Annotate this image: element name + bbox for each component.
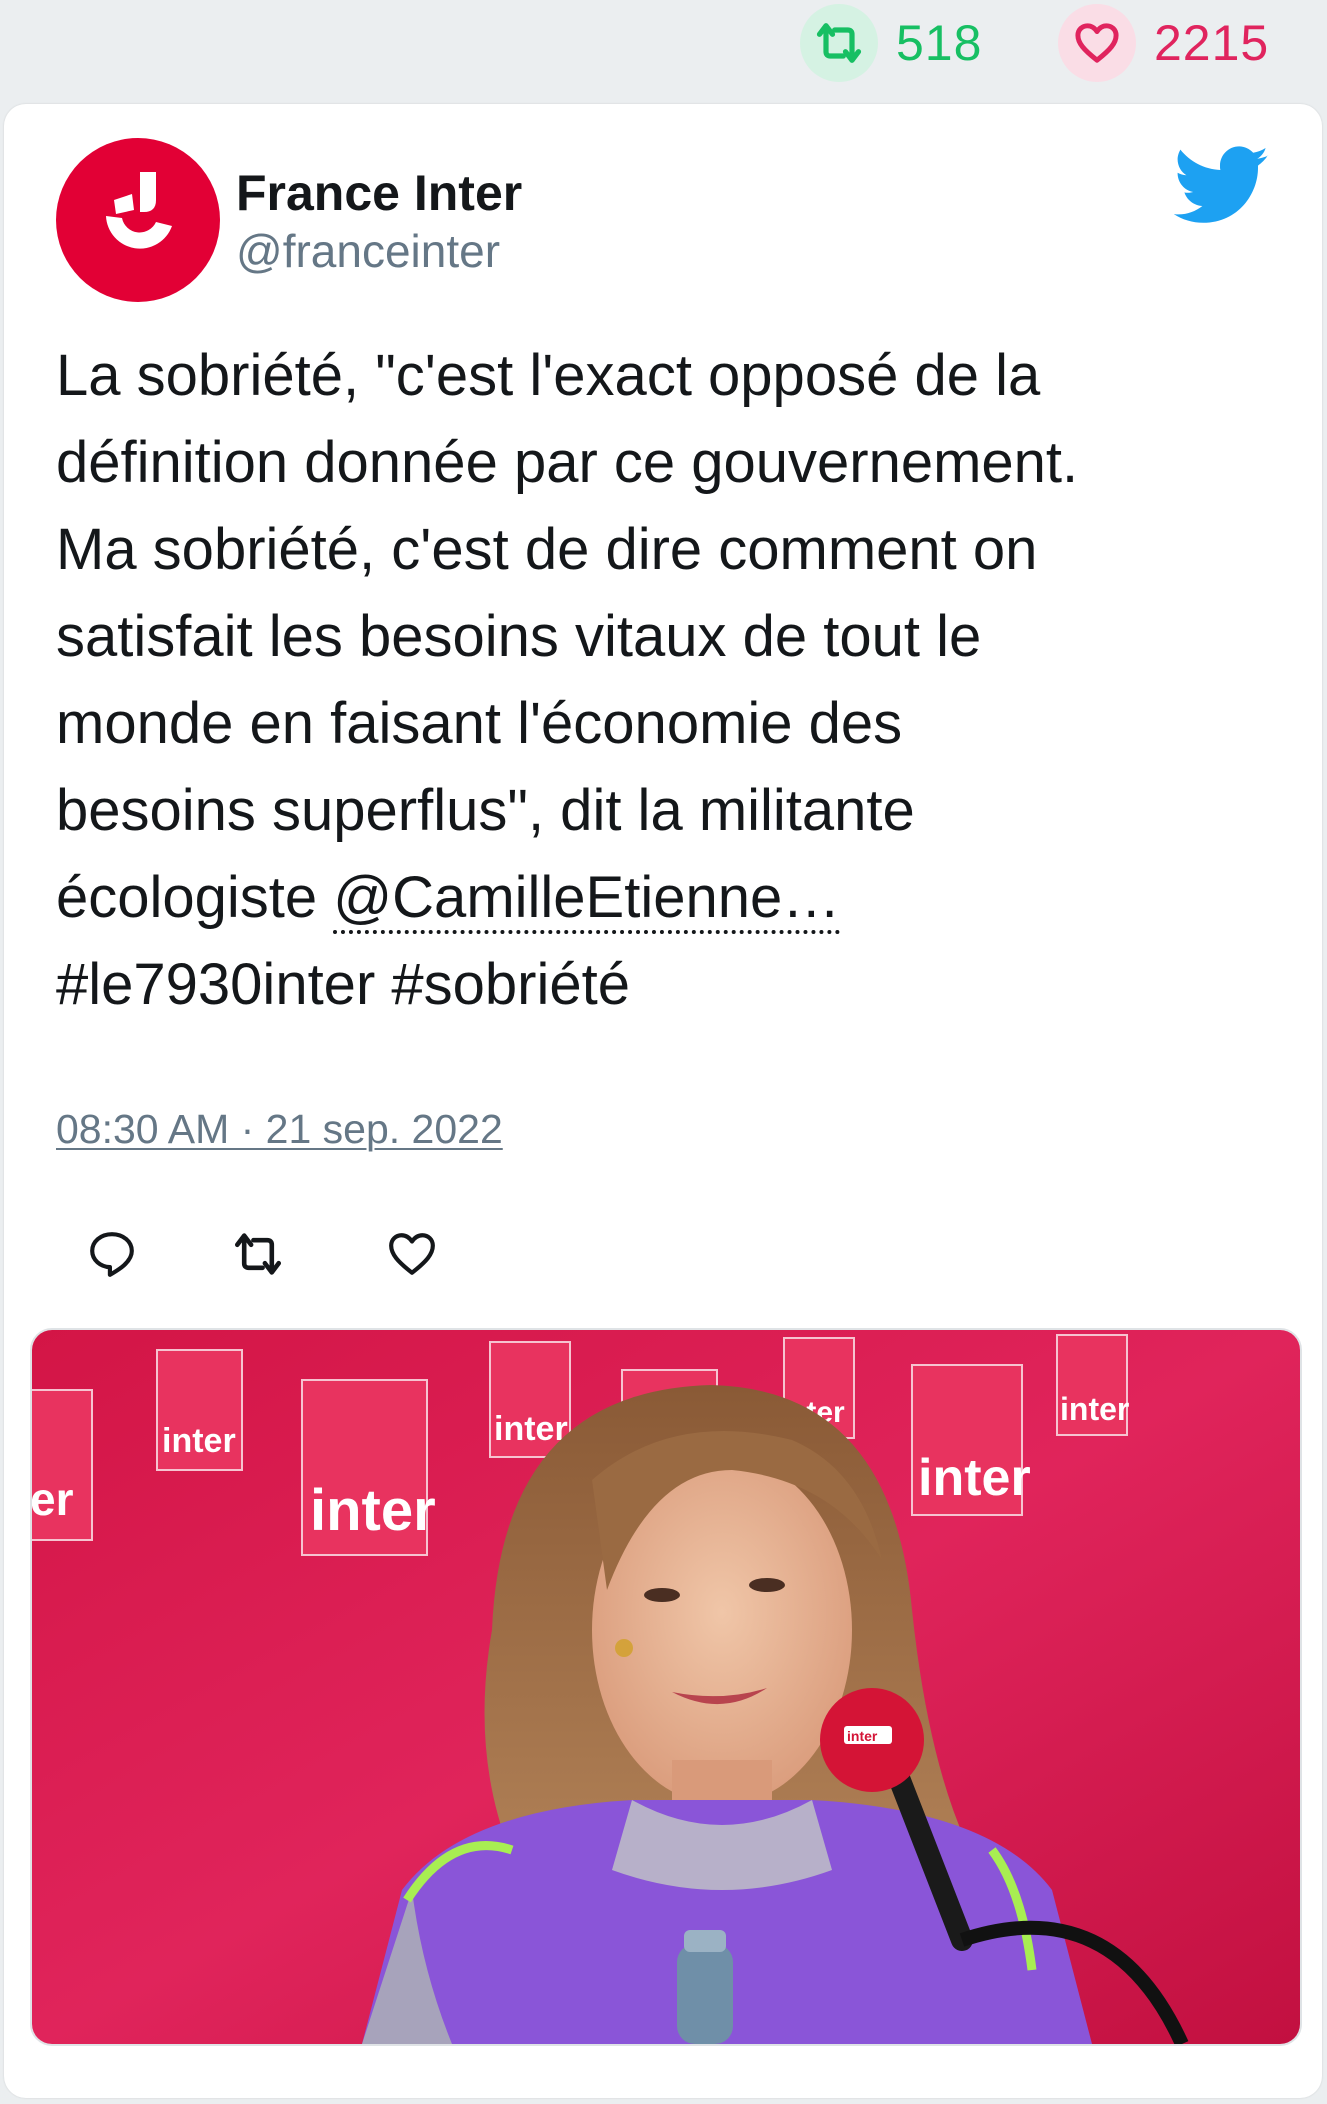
heart-icon [389,1233,435,1275]
mention-link[interactable]: @CamilleEtienne… [333,865,841,934]
retweet-icon [235,1233,281,1275]
logo-word: er [32,1473,74,1525]
tweet-timestamp[interactable]: 08:30 AM · 21 sep. 2022 [56,1106,503,1153]
logo-word: inter [162,1422,236,1460]
like-stat[interactable]: 2215 [1058,0,1269,86]
tweet-text-line: monde en faisant l'économie des [56,691,903,756]
tweet-stats-bar: 518 2215 [0,0,1327,90]
logo-word: inter [918,1449,1031,1507]
studio-photo: er inter inter inter nter inter inter in… [32,1330,1300,2044]
tweet-text: La sobriété, "c'est l'exact opposé de la… [56,332,1266,1028]
tweet-text-line: besoins superflus", dit la militante [56,778,915,843]
avatar[interactable] [56,138,220,302]
tweet-card: France Inter @franceinter La sobriété, "… [4,104,1322,2098]
mic-logo-word: inter [847,1728,878,1744]
twitter-bird-icon[interactable] [1173,146,1270,226]
logo-word: inter [1060,1391,1129,1427]
france-inter-logo [56,138,220,302]
heart-icon[interactable] [1058,4,1136,82]
like-count: 2215 [1154,15,1270,71]
like-button[interactable] [374,1216,450,1292]
author-name[interactable]: France Inter [236,164,522,222]
reply-button[interactable] [74,1216,150,1292]
hashtags[interactable]: #le7930inter #sobriété [56,941,1266,1028]
reply-icon [90,1232,134,1277]
retweet-count: 518 [896,15,983,71]
retweet-icon[interactable] [800,4,878,82]
tweet-text-line: La sobriété, "c'est l'exact opposé de la [56,343,1041,408]
tweet-text-line: Ma sobriété, c'est de dire comment on [56,517,1038,582]
logo-word: inter [494,1410,568,1448]
tweet-text-line: définition donnée par ce gouvernement. [56,430,1079,495]
retweet-stat[interactable]: 518 [800,0,982,86]
tweet-text-line: écologiste [56,865,318,930]
tweet-text-line-mention: écologiste @CamilleEtienne… [56,854,1266,941]
tweet-media-image[interactable]: er inter inter inter nter inter inter in… [30,1328,1302,2046]
logo-word: inter [310,1478,436,1543]
tweet-text-line: satisfait les besoins vitaux de tout le [56,604,982,669]
author-handle[interactable]: @franceinter [236,224,500,278]
retweet-button[interactable] [220,1216,296,1292]
